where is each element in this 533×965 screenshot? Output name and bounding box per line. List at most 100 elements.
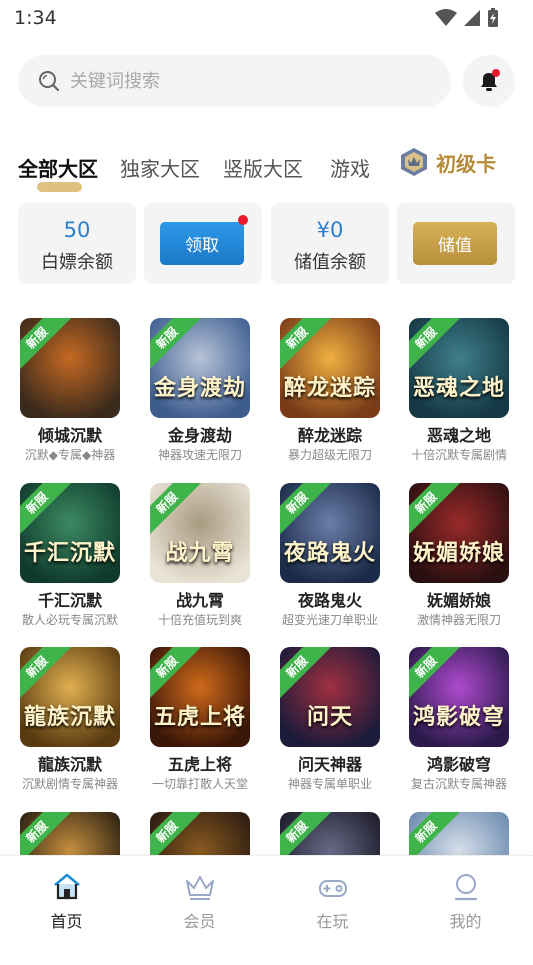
game-thumbnail: 战九霄 新服 — [150, 483, 250, 583]
status-time: 1:34 — [14, 7, 57, 29]
game-thumbnail: 新服 — [20, 318, 120, 418]
crown-icon — [185, 876, 214, 900]
game-card[interactable]: 千汇沉默 新服 千汇沉默 散人必玩专属沉默 — [5, 481, 135, 636]
game-thumbnail-title: 金身渡劫 — [153, 376, 246, 401]
status-bar: 1:34 — [0, 0, 533, 38]
wifi-icon — [435, 9, 457, 26]
game-description: 散人必玩专属沉默 — [21, 613, 118, 627]
new-server-badge: 新服 — [150, 483, 203, 539]
new-server-badge: 新服 — [409, 647, 462, 703]
game-thumbnail: 五虎上将 新服 — [150, 647, 250, 747]
game-thumbnail-title: 夜路鬼火 — [283, 541, 376, 566]
new-server-badge: 新服 — [280, 318, 333, 374]
game-thumbnail-title: 战九霄 — [165, 541, 235, 566]
game-description: 超变光速刀单职业 — [281, 613, 378, 627]
game-card[interactable]: 战九霄 新服 战九霄 十倍充值玩到爽 — [135, 481, 265, 636]
game-name: 千汇沉默 — [37, 591, 102, 610]
game-name: 战九霄 — [175, 591, 224, 610]
tab-vertical-regions[interactable]: 竖版大区 — [223, 153, 303, 182]
search-box[interactable] — [18, 55, 451, 107]
game-name: 妩媚娇娘 — [426, 591, 491, 610]
game-thumbnail-title: 千汇沉默 — [23, 541, 116, 566]
nav-label: 在玩 — [316, 912, 349, 931]
game-card[interactable]: 金身渡劫 新服 金身渡劫神器攻速无限刀 — [135, 316, 265, 471]
gamepad-icon — [318, 880, 347, 897]
game-thumbnail: 千汇沉默 新服 — [20, 483, 120, 583]
game-card[interactable]: 夜路鬼火 新服 夜路鬼火超变光速刀单职业 — [265, 481, 395, 636]
game-card[interactable]: 问天 新服问天神器神器专属单职业 — [265, 645, 395, 800]
game-thumbnail-title: 醉龙迷踪 — [283, 376, 376, 401]
deposit-balance-label: 储值余额 — [294, 252, 366, 273]
game-name: 恶魂之地 — [426, 426, 491, 445]
game-description: 复古沉默专属神器 — [410, 777, 507, 791]
nav-profile[interactable]: 我的 — [399, 870, 532, 932]
category-tabs: 全部大区 独家大区 竖版大区 游戏 初级卡 — [18, 145, 518, 195]
new-server-badge: 新服 — [20, 318, 73, 374]
game-description: 神器专属单职业 — [287, 777, 372, 791]
claim-alert-dot — [238, 215, 248, 225]
nav-label: 首页 — [50, 912, 83, 931]
game-card[interactable]: 恶魂之地 新服 恶魂之地 十倍沉默专属剧情 — [394, 316, 524, 471]
game-thumbnail: 金身渡劫 新服 — [150, 318, 250, 418]
game-card[interactable]: 妩媚娇娘 新服 妩媚娇娘 激情神器无限刀 — [394, 481, 524, 636]
game-thumbnail: 夜路鬼火 新服 — [280, 483, 380, 583]
game-description: 十倍充值玩到爽 — [157, 613, 242, 627]
game-card[interactable]: 鸿影破穹 新服 鸿影破穹 复古沉默专属神器 — [394, 645, 524, 800]
nav-label: 我的 — [449, 912, 482, 931]
claim-button[interactable]: 领取 — [160, 222, 244, 265]
game-description: 沉默◆专属◆神器 — [24, 448, 116, 462]
game-card[interactable]: 五虎上将 新服 五虎上将 一切靠打散人天堂 — [135, 645, 265, 800]
deposit-balance-card: ¥0 储值余额 — [271, 203, 389, 284]
tab-label: 独家大区 — [120, 157, 200, 181]
free-balance-label: 白嫖余额 — [41, 252, 113, 273]
notification-button[interactable] — [463, 55, 515, 107]
game-description: 暴力超级无限刀 — [287, 448, 372, 462]
game-thumbnail-title: 龍族沉默 — [23, 705, 116, 730]
signal-icon — [464, 10, 480, 26]
game-name: 醉龙迷踪 — [297, 426, 362, 445]
game-card[interactable]: 醉龙迷踪 新服 醉龙迷踪 暴力超级无限刀 — [265, 316, 395, 471]
new-server-badge: 新服 — [20, 647, 73, 703]
new-server-badge: 新服 — [280, 647, 333, 703]
game-thumbnail-title: 鸿影破穹 — [412, 705, 505, 730]
game-thumbnail: 鸿影破穹 新服 — [409, 647, 509, 747]
search-input[interactable] — [68, 69, 412, 93]
home-icon — [53, 873, 80, 900]
game-description: 一切靠打散人天堂 — [151, 777, 248, 791]
nav-label: 会员 — [183, 912, 216, 931]
bottom-nav: 首页 会员 在玩 我的 — [0, 855, 533, 949]
tab-label: 游戏 — [330, 157, 370, 181]
status-icons — [435, 8, 499, 28]
tab-exclusive-regions[interactable]: 独家大区 — [120, 153, 200, 182]
deposit-card: 储值 — [397, 203, 515, 284]
game-thumbnail: 问天 新服 — [280, 647, 380, 747]
new-server-badge: 新服 — [20, 483, 73, 539]
deposit-button[interactable]: 储值 — [413, 222, 497, 265]
game-card[interactable]: 龍族沉默 新服 龍族沉默 沉默剧情专属神器 — [5, 645, 135, 800]
new-server-badge: 新服 — [409, 318, 462, 374]
game-thumbnail-title: 五虎上将 — [153, 705, 246, 730]
nav-playing[interactable]: 在玩 — [266, 870, 399, 932]
game-description: 神器攻速无限刀 — [157, 448, 242, 462]
user-icon — [454, 874, 477, 901]
game-thumbnail-title: 恶魂之地 — [412, 376, 505, 401]
game-name: 鸿影破穹 — [426, 755, 491, 774]
vip-card-button[interactable]: 初级卡 — [400, 147, 496, 177]
game-thumbnail-title: 妩媚娇娘 — [412, 541, 505, 566]
game-thumbnail: 恶魂之地 新服 — [409, 318, 509, 418]
game-thumbnail: 龍族沉默 新服 — [20, 647, 120, 747]
vip-badge-icon — [401, 148, 427, 176]
tab-games[interactable]: 游戏 — [330, 153, 370, 182]
tab-all-regions[interactable]: 全部大区 — [18, 153, 98, 192]
game-card[interactable]: 新服 倾城沉默 沉默◆专属◆神器 — [5, 316, 135, 471]
game-name: 五虎上将 — [167, 755, 232, 774]
nav-home[interactable]: 首页 — [0, 870, 133, 932]
tab-label: 全部大区 — [18, 157, 98, 181]
game-description: 激情神器无限刀 — [416, 613, 501, 627]
game-name: 问天神器 — [297, 755, 362, 774]
free-balance-value: 50 — [63, 218, 91, 242]
vip-card-label: 初级卡 — [436, 151, 496, 176]
search-row — [18, 55, 515, 107]
nav-membership[interactable]: 会员 — [133, 870, 266, 932]
game-thumbnail: 妩媚娇娘 新服 — [409, 483, 509, 583]
